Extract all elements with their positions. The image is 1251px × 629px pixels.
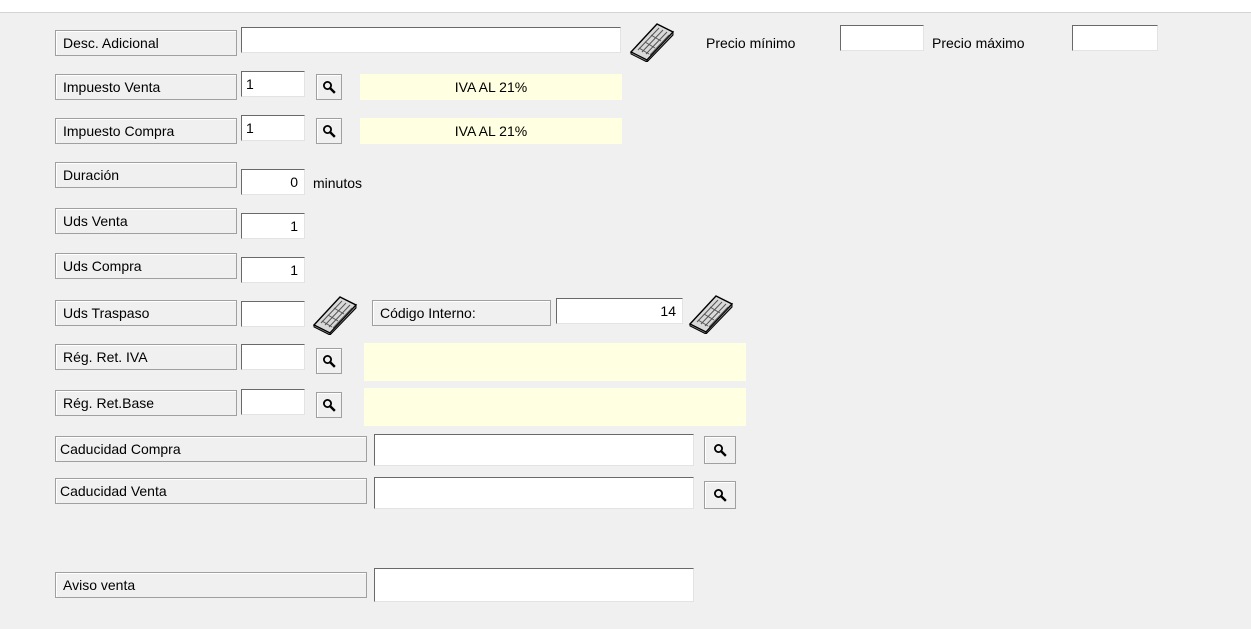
aviso-venta-label: Aviso venta: [55, 572, 367, 598]
magnifier-icon: [713, 443, 727, 457]
precio-maximo-input[interactable]: [1072, 25, 1158, 51]
impuesto-venta-code-input[interactable]: 1: [241, 71, 305, 97]
impuesto-compra-search-button[interactable]: [316, 118, 342, 144]
duracion-label: Duración: [55, 162, 237, 188]
magnifier-icon: [322, 398, 336, 412]
magnifier-icon: [322, 124, 336, 138]
impuesto-compra-code-input[interactable]: 1: [241, 115, 305, 141]
reg-ret-base-description: [364, 388, 746, 426]
caducidad-compra-search-button[interactable]: [704, 436, 736, 464]
duracion-unit: minutos: [313, 175, 363, 191]
keyboard-icon[interactable]: [312, 295, 358, 335]
magnifier-icon: [322, 80, 336, 94]
reg-ret-iva-label: Rég. Ret. IVA: [55, 344, 237, 370]
impuesto-venta-search-button[interactable]: [316, 74, 342, 100]
uds-traspaso-label: Uds Traspaso: [55, 300, 237, 326]
reg-ret-base-code-input[interactable]: [241, 389, 305, 415]
uds-compra-input[interactable]: 1: [241, 257, 305, 283]
magnifier-icon: [322, 354, 336, 368]
magnifier-icon: [713, 488, 727, 502]
reg-ret-iva-code-input[interactable]: [241, 344, 305, 370]
keyboard-icon[interactable]: [629, 22, 675, 62]
impuesto-venta-description: IVA AL 21%: [360, 74, 622, 100]
uds-venta-label: Uds Venta: [55, 208, 237, 234]
reg-ret-base-label: Rég. Ret.Base: [55, 390, 237, 416]
keyboard-icon[interactable]: [688, 294, 734, 334]
impuesto-compra-label: Impuesto Compra: [55, 118, 237, 144]
caducidad-venta-label: Caducidad Venta: [55, 478, 367, 504]
impuesto-compra-description: IVA AL 21%: [360, 118, 622, 144]
caducidad-compra-input[interactable]: [374, 434, 694, 466]
duracion-input[interactable]: 0: [241, 169, 305, 195]
uds-traspaso-input[interactable]: [241, 301, 305, 327]
codigo-interno-input[interactable]: 14: [556, 298, 683, 324]
caducidad-venta-input[interactable]: [374, 477, 694, 509]
codigo-interno-label: Código Interno:: [372, 300, 551, 326]
precio-minimo-input[interactable]: [840, 25, 924, 51]
reg-ret-iva-search-button[interactable]: [316, 348, 342, 374]
aviso-venta-input[interactable]: [374, 568, 694, 602]
precio-maximo-label: Precio máximo: [932, 35, 1025, 51]
caducidad-compra-label: Caducidad Compra: [55, 436, 367, 462]
uds-compra-label: Uds Compra: [55, 253, 237, 279]
caducidad-venta-search-button[interactable]: [704, 481, 736, 509]
precio-minimo-label: Precio mínimo: [706, 35, 796, 51]
uds-venta-input[interactable]: 1: [241, 213, 305, 239]
desc-adicional-label: Desc. Adicional: [55, 30, 237, 56]
reg-ret-base-search-button[interactable]: [316, 392, 342, 418]
desc-adicional-input[interactable]: [241, 27, 621, 53]
reg-ret-iva-description: [364, 343, 746, 381]
impuesto-venta-label: Impuesto Venta: [55, 74, 237, 100]
